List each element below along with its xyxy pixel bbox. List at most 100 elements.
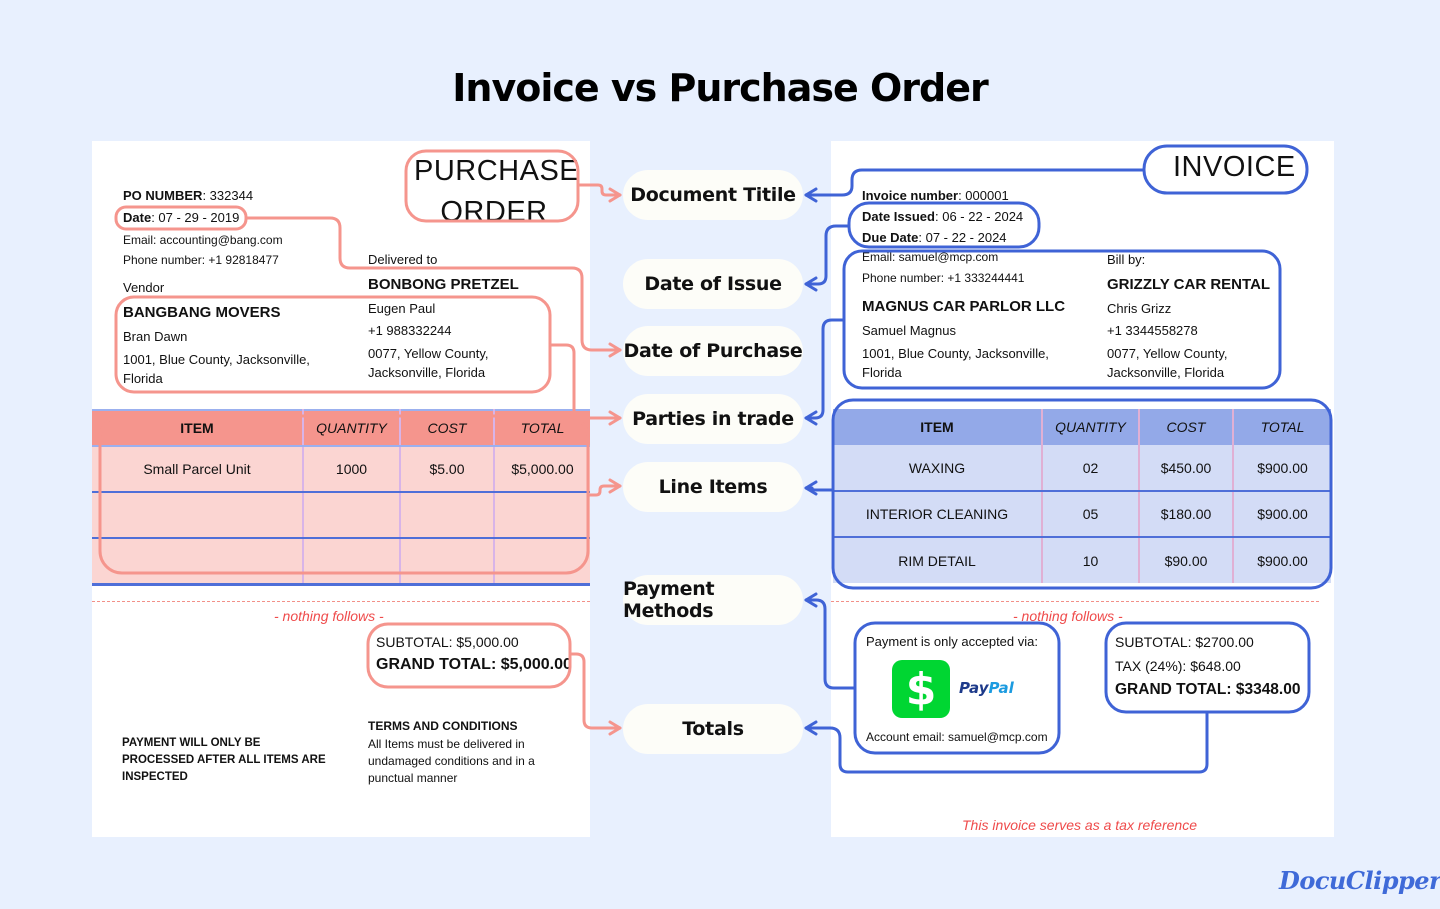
cell-total bbox=[494, 492, 590, 539]
docuclipper-logo: DocuClipper bbox=[1279, 866, 1440, 895]
cell-item bbox=[92, 538, 304, 586]
invoice-tax: TAX (24%): $648.00 bbox=[1115, 658, 1241, 674]
nothing-follows-note: - nothing follows - bbox=[274, 608, 384, 624]
terms-line3: punctual manner bbox=[368, 771, 458, 785]
table-row: WAXING 02 $450.00 $900.00 bbox=[833, 445, 1331, 492]
vendor-address-line1: 1001, Blue County, Jacksonville, bbox=[123, 352, 310, 367]
delivered-to-address-line1: 0077, Yellow County, bbox=[368, 346, 489, 361]
column-header-item: ITEM bbox=[833, 409, 1043, 445]
cell-quantity: 05 bbox=[1042, 491, 1140, 538]
divider bbox=[92, 601, 590, 602]
delivered-to-contact: Eugen Paul bbox=[368, 301, 436, 316]
divider bbox=[831, 601, 1319, 602]
client-address-line2: Florida bbox=[862, 365, 902, 380]
payment-accepted-label: Payment is only accepted via: bbox=[866, 634, 1038, 649]
client-name: MAGNUS CAR PARLOR LLC bbox=[862, 298, 1066, 315]
due-date-value: : 07 - 22 - 2024 bbox=[918, 230, 1007, 245]
vendor-address-line2: Florida bbox=[123, 371, 163, 386]
page-title: Invoice vs Purchase Order bbox=[452, 66, 988, 110]
date-issued-label: Date Issued bbox=[862, 209, 935, 224]
cell-item: RIM DETAIL bbox=[833, 537, 1043, 583]
cell-quantity: 02 bbox=[1042, 445, 1140, 492]
cell-total bbox=[494, 538, 590, 586]
cell-cost bbox=[400, 538, 495, 586]
connector-invoice-items bbox=[804, 486, 835, 492]
label-totals: Totals bbox=[623, 704, 803, 754]
po-date-label: Date bbox=[123, 210, 152, 225]
cell-total: $900.00 bbox=[1233, 445, 1331, 492]
column-header-cost: COST bbox=[1139, 409, 1234, 445]
arrow-head bbox=[608, 342, 622, 358]
nothing-follows-note: - nothing follows - bbox=[1013, 608, 1123, 624]
cell-total: $5,000.00 bbox=[494, 446, 590, 493]
table-row bbox=[92, 492, 590, 539]
cell-total: $900.00 bbox=[1233, 491, 1331, 538]
delivered-to-address-line2: Jacksonville, Florida bbox=[368, 365, 486, 380]
arrow-head bbox=[804, 410, 818, 426]
tax-reference-note: This invoice serves as a tax reference bbox=[962, 817, 1197, 833]
cell-cost: $450.00 bbox=[1139, 445, 1234, 492]
cell-cost: $180.00 bbox=[1139, 491, 1234, 538]
column-header-total: TOTAL bbox=[494, 409, 590, 447]
po-phone: Phone number: +1 92818477 bbox=[123, 253, 279, 267]
arrow-head bbox=[804, 276, 818, 292]
cell-cost bbox=[400, 492, 495, 539]
bill-by-address-line2: Jacksonville, Florida bbox=[1107, 365, 1225, 380]
terms-line1: All Items must be delivered in bbox=[368, 737, 525, 751]
column-header-quantity: QUANTITY bbox=[1042, 409, 1140, 445]
invoice-heading: INVOICE bbox=[1173, 151, 1296, 183]
cell-item: INTERIOR CLEANING bbox=[833, 491, 1043, 538]
invoice-phone: Phone number: +1 333244441 bbox=[862, 271, 1025, 285]
cell-item bbox=[92, 492, 304, 539]
paypal-logo-pal: Pal bbox=[988, 679, 1014, 697]
account-email: Account email: samuel@mcp.com bbox=[866, 730, 1048, 744]
po-heading-line2: ORDER bbox=[440, 196, 548, 228]
terms-line2: undamaged conditions and in a bbox=[368, 754, 535, 768]
payment-note-line1: PAYMENT WILL ONLY BE bbox=[122, 737, 261, 749]
vendor-label: Vendor bbox=[123, 280, 165, 295]
table-row: RIM DETAIL 10 $90.00 $900.00 bbox=[833, 537, 1331, 583]
bill-by-name: GRIZZLY CAR RENTAL bbox=[1107, 276, 1271, 293]
po-email: Email: accounting@bang.com bbox=[123, 233, 283, 247]
cell-quantity: 1000 bbox=[303, 446, 401, 493]
table-row: Small Parcel Unit 1000 $5.00 $5,000.00 bbox=[92, 446, 590, 493]
po-number: PO NUMBER: 332344 bbox=[123, 188, 253, 203]
bill-by-address-line1: 0077, Yellow County, bbox=[1107, 346, 1228, 361]
vendor-contact: Bran Dawn bbox=[123, 329, 188, 344]
cell-item: WAXING bbox=[833, 445, 1043, 492]
terms-title: TERMS AND CONDITIONS bbox=[368, 719, 518, 733]
po-heading: PURCHASE ORDER bbox=[414, 151, 579, 233]
cell-quantity bbox=[303, 538, 401, 586]
bill-by-phone: +1 3344558278 bbox=[1107, 323, 1198, 338]
due-date: Due Date: 07 - 22 - 2024 bbox=[862, 230, 1007, 245]
po-number-label: PO NUMBER bbox=[123, 188, 203, 203]
po-number-value: : 332344 bbox=[202, 188, 254, 203]
po-date: Date: 07 - 29 - 2019 bbox=[123, 210, 239, 225]
arrow-head bbox=[608, 720, 622, 736]
arrow-head bbox=[608, 410, 622, 426]
cash-app-icon: $ bbox=[892, 660, 950, 718]
label-payment-methods: Payment Methods bbox=[623, 575, 803, 625]
cell-cost: $5.00 bbox=[400, 446, 495, 493]
cell-item: Small Parcel Unit bbox=[92, 446, 304, 493]
delivered-to-phone: +1 988332244 bbox=[368, 323, 452, 338]
column-header-cost: COST bbox=[400, 409, 495, 447]
invoice-email: Email: samuel@mcp.com bbox=[862, 250, 999, 264]
cell-quantity bbox=[303, 492, 401, 539]
table-header-row: ITEM QUANTITY COST TOTAL bbox=[92, 409, 590, 447]
column-header-total: TOTAL bbox=[1233, 409, 1331, 445]
table-row: INTERIOR CLEANING 05 $180.00 $900.00 bbox=[833, 491, 1331, 538]
arrow-head bbox=[608, 478, 622, 494]
connector-po-items bbox=[586, 484, 622, 497]
invoice-line-items-table: ITEM QUANTITY COST TOTAL WAXING 02 $450.… bbox=[833, 409, 1331, 583]
po-date-value: : 07 - 29 - 2019 bbox=[151, 210, 240, 225]
cell-quantity: 10 bbox=[1042, 537, 1140, 583]
due-date-label: Due Date bbox=[862, 230, 919, 245]
bill-by-label: Bill by: bbox=[1107, 252, 1146, 267]
paypal-logo: PayPal bbox=[959, 679, 1014, 697]
bill-by-contact: Chris Grizz bbox=[1107, 301, 1172, 316]
date-issued: Date Issued: 06 - 22 - 2024 bbox=[862, 209, 1023, 224]
label-date-of-issue: Date of Issue bbox=[623, 259, 803, 309]
invoice-subtotal: SUBTOTAL: $2700.00 bbox=[1115, 634, 1254, 650]
table-row bbox=[92, 538, 590, 586]
